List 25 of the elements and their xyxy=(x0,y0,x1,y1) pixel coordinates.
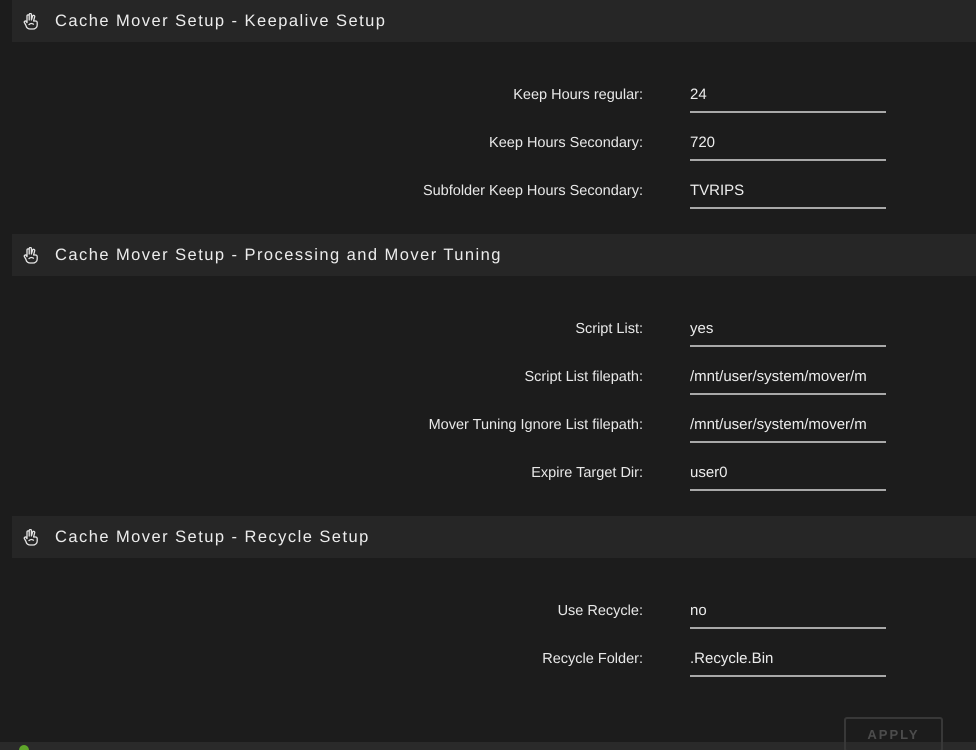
field-label: Keep Hours Secondary: xyxy=(489,135,643,152)
input-field[interactable]: yes xyxy=(690,313,886,347)
section-title: Cache Mover Setup - Processing and Mover Tuning xyxy=(55,244,502,266)
section-title: Cache Mover Setup - Recycle Setup xyxy=(55,526,370,548)
field-label: Recycle Folder: xyxy=(542,651,643,668)
input-field[interactable]: user0 xyxy=(690,457,886,491)
input-field[interactable]: TVRIPS xyxy=(690,175,886,209)
field-label: Subfolder Keep Hours Secondary: xyxy=(422,183,643,200)
input-field[interactable]: no xyxy=(690,595,886,629)
input-field[interactable]: 720 xyxy=(690,127,886,161)
field-label: Use Recycle: xyxy=(558,603,643,620)
hand-icon xyxy=(23,246,39,264)
status-icon xyxy=(19,745,29,750)
section-title: Cache Mover Setup - Keepalive Setup xyxy=(55,10,386,32)
input-field[interactable]: /mnt/user/system/mover/m xyxy=(690,409,886,443)
field-label: Keep Hours regular: xyxy=(513,87,643,104)
hand-icon xyxy=(23,12,39,30)
field-label: Script List filepath: xyxy=(524,369,643,386)
field-label: Mover Tuning Ignore List filepath: xyxy=(428,417,643,434)
field-label: Expire Target Dir: xyxy=(531,465,643,482)
hand-icon xyxy=(23,528,39,546)
input-field[interactable]: 24 xyxy=(690,79,886,113)
input-field[interactable]: /mnt/user/system/mover/m xyxy=(690,361,886,395)
input-field[interactable]: .Recycle.Bin xyxy=(690,643,886,677)
field-label: Script List: xyxy=(575,321,643,338)
